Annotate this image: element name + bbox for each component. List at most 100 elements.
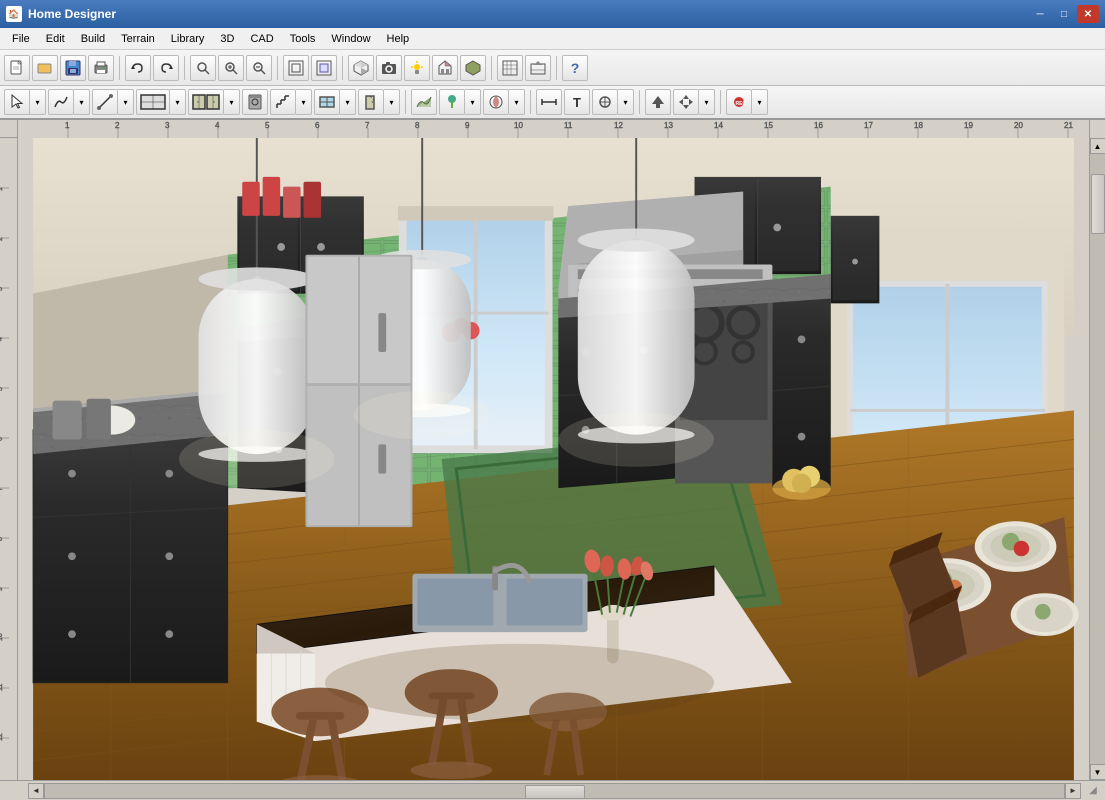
plant-button[interactable] bbox=[439, 89, 465, 115]
room-dropdown[interactable]: ▾ bbox=[170, 89, 186, 115]
menu-edit[interactable]: Edit bbox=[38, 31, 73, 47]
svg-text:2: 2 bbox=[0, 237, 4, 241]
line-group: ▾ bbox=[92, 89, 134, 115]
zoom-window-button[interactable] bbox=[311, 55, 337, 81]
select-group: ▾ bbox=[4, 89, 46, 115]
window-group: ▾ bbox=[314, 89, 356, 115]
fit-view-button[interactable] bbox=[283, 55, 309, 81]
redo-button[interactable] bbox=[153, 55, 179, 81]
sep-4 bbox=[342, 56, 343, 80]
main-viewport[interactable] bbox=[18, 138, 1089, 780]
new-button[interactable] bbox=[4, 55, 30, 81]
scroll-left-button[interactable]: ◄ bbox=[28, 783, 44, 799]
menu-help[interactable]: Help bbox=[379, 31, 418, 47]
svg-text:12: 12 bbox=[614, 121, 623, 130]
line-button[interactable] bbox=[92, 89, 118, 115]
svg-text:REC: REC bbox=[736, 101, 747, 107]
menu-file[interactable]: File bbox=[4, 31, 38, 47]
zoom-glass-button[interactable] bbox=[190, 55, 216, 81]
3d-view-button[interactable] bbox=[348, 55, 374, 81]
sep-t1 bbox=[405, 90, 406, 114]
record-button[interactable]: REC bbox=[726, 89, 752, 115]
app-title: Home Designer bbox=[28, 7, 1029, 21]
cabinet-group: ▾ bbox=[188, 89, 240, 115]
door-dropdown[interactable]: ▾ bbox=[384, 89, 400, 115]
polyline-button[interactable] bbox=[48, 89, 74, 115]
menu-window[interactable]: Window bbox=[323, 31, 378, 47]
scroll-thumb-h[interactable] bbox=[525, 785, 585, 799]
menu-library[interactable]: Library bbox=[163, 31, 213, 47]
camera-button[interactable] bbox=[376, 55, 402, 81]
move-button[interactable] bbox=[673, 89, 699, 115]
select-button[interactable] bbox=[4, 89, 30, 115]
arrow-up-button[interactable] bbox=[645, 89, 671, 115]
scroll-track-v bbox=[1090, 154, 1105, 764]
scroll-up-button[interactable]: ▲ bbox=[1090, 138, 1105, 154]
svg-text:1: 1 bbox=[0, 187, 4, 191]
text-button[interactable]: T bbox=[564, 89, 590, 115]
svg-text:16: 16 bbox=[814, 121, 823, 130]
save-button[interactable] bbox=[60, 55, 86, 81]
dollhouse-button[interactable] bbox=[432, 55, 458, 81]
scrollbar-vertical[interactable]: ▲ ▼ bbox=[1089, 138, 1105, 780]
cabinet-button[interactable] bbox=[188, 89, 224, 115]
svg-text:19: 19 bbox=[964, 121, 973, 130]
open-button[interactable] bbox=[32, 55, 58, 81]
scroll-down-button[interactable]: ▼ bbox=[1090, 764, 1105, 780]
svg-text:11: 11 bbox=[0, 684, 4, 691]
minimize-button[interactable]: ─ bbox=[1029, 5, 1051, 23]
line-dropdown[interactable]: ▾ bbox=[118, 89, 134, 115]
scroll-right-button[interactable]: ► bbox=[1065, 783, 1081, 799]
elev-view-button[interactable] bbox=[525, 55, 551, 81]
svg-text:18: 18 bbox=[914, 121, 923, 130]
menu-cad[interactable]: CAD bbox=[242, 31, 281, 47]
help-button[interactable]: ? bbox=[562, 55, 588, 81]
record-group: REC ▾ bbox=[726, 89, 768, 115]
material-button[interactable] bbox=[483, 89, 509, 115]
scroll-thumb-v[interactable] bbox=[1091, 174, 1105, 234]
door-button[interactable] bbox=[358, 89, 384, 115]
scrollbar-horizontal[interactable]: ◄ ► bbox=[28, 783, 1081, 799]
dimension-button[interactable] bbox=[536, 89, 562, 115]
undo-button[interactable] bbox=[125, 55, 151, 81]
zoom-in-button[interactable] bbox=[218, 55, 244, 81]
plan-view-button[interactable] bbox=[497, 55, 523, 81]
select-dropdown[interactable]: ▾ bbox=[30, 89, 46, 115]
symbol-dropdown[interactable]: ▾ bbox=[618, 89, 634, 115]
window-tool-button[interactable] bbox=[314, 89, 340, 115]
plant-dropdown[interactable]: ▾ bbox=[465, 89, 481, 115]
window-dropdown[interactable]: ▾ bbox=[340, 89, 356, 115]
svg-text:5: 5 bbox=[265, 121, 270, 130]
symbol-group: ▾ bbox=[592, 89, 634, 115]
light-button[interactable] bbox=[404, 55, 430, 81]
record-dropdown[interactable]: ▾ bbox=[752, 89, 768, 115]
menu-3d[interactable]: 3D bbox=[212, 31, 242, 47]
close-button[interactable]: ✕ bbox=[1077, 5, 1099, 23]
overview-button[interactable] bbox=[460, 55, 486, 81]
terrain-button[interactable] bbox=[411, 89, 437, 115]
polyline-dropdown[interactable]: ▾ bbox=[74, 89, 90, 115]
symbol-button[interactable] bbox=[592, 89, 618, 115]
svg-text:7: 7 bbox=[365, 121, 370, 130]
menu-tools[interactable]: Tools bbox=[282, 31, 324, 47]
svg-text:6: 6 bbox=[315, 121, 320, 130]
maximize-button[interactable]: □ bbox=[1053, 5, 1075, 23]
material-dropdown[interactable]: ▾ bbox=[509, 89, 525, 115]
svg-text:21: 21 bbox=[1064, 121, 1073, 130]
appliance-button[interactable] bbox=[242, 89, 268, 115]
stair-button[interactable] bbox=[270, 89, 296, 115]
resize-grip[interactable]: ◢ bbox=[1085, 783, 1101, 799]
stair-dropdown[interactable]: ▾ bbox=[296, 89, 312, 115]
status-bar: ◄ ► ◢ bbox=[0, 780, 1105, 800]
print-button[interactable] bbox=[88, 55, 114, 81]
room-button[interactable] bbox=[136, 89, 170, 115]
door-group: ▾ bbox=[358, 89, 400, 115]
menu-terrain[interactable]: Terrain bbox=[113, 31, 163, 47]
menu-build[interactable]: Build bbox=[73, 31, 113, 47]
cabinet-dropdown[interactable]: ▾ bbox=[224, 89, 240, 115]
sep-6 bbox=[556, 56, 557, 80]
move-dropdown[interactable]: ▾ bbox=[699, 89, 715, 115]
zoom-out-button[interactable] bbox=[246, 55, 272, 81]
ruler-top: 1 2 3 4 5 6 7 8 9 10 11 12 13 14 15 16 1 bbox=[18, 120, 1089, 138]
svg-text:9: 9 bbox=[0, 587, 4, 591]
